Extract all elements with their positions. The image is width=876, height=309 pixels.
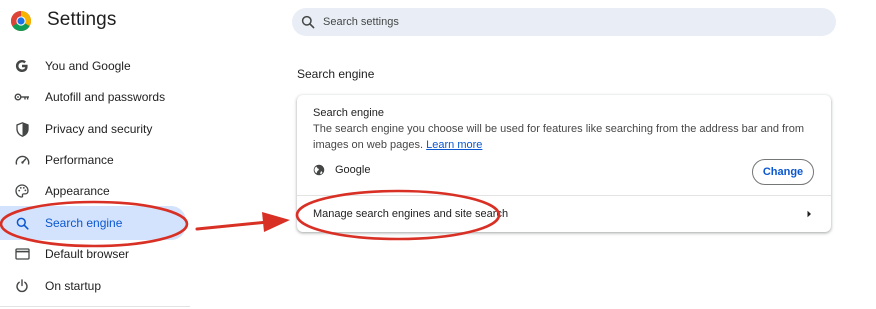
manage-search-engines-row[interactable]: Manage search engines and site search [297, 196, 831, 232]
google-g-icon [13, 57, 31, 75]
card-description: The search engine you choose will be use… [313, 121, 813, 153]
manage-search-engines-label: Manage search engines and site search [313, 208, 509, 220]
sidebar-item-search-engine[interactable]: Search engine [0, 206, 186, 240]
sidebar-item-label: On startup [45, 279, 102, 293]
sidebar-item-label: Performance [45, 153, 114, 167]
sidebar-item-default-browser[interactable]: Default browser [0, 239, 190, 269]
sidebar-item-you-and-google[interactable]: You and Google [0, 51, 190, 81]
sidebar-divider [0, 306, 190, 307]
search-icon [13, 214, 31, 232]
sidebar-item-appearance[interactable]: Appearance [0, 176, 190, 206]
sidebar-item-label: You and Google [45, 59, 131, 73]
search-settings-bar[interactable] [292, 8, 836, 36]
sidebar-item-label: Default browser [45, 247, 130, 261]
annotation-arrow [195, 220, 270, 231]
sidebar-item-label: Appearance [45, 184, 110, 198]
search-engine-card: Search engine The search engine you choo… [297, 95, 831, 232]
sidebar-item-performance[interactable]: Performance [0, 145, 190, 175]
sidebar-item-label: Search engine [45, 216, 123, 230]
app-title: Settings [47, 9, 117, 30]
section-title: Search engine [297, 67, 375, 81]
speedometer-icon [13, 151, 31, 169]
sidebar-item-on-startup[interactable]: On startup [0, 271, 190, 301]
shield-icon [13, 120, 31, 138]
card-heading: Search engine [313, 107, 384, 119]
learn-more-link[interactable]: Learn more [426, 139, 482, 151]
power-icon [13, 277, 31, 295]
change-engine-button[interactable]: Change [752, 159, 814, 185]
engine-name: Google [335, 164, 371, 176]
sidebar-item-privacy-and-security[interactable]: Privacy and security [0, 114, 190, 144]
card-description-text: The search engine you choose will be use… [313, 123, 804, 151]
browser-window-icon [13, 245, 31, 263]
sidebar-item-autofill-and-passwords[interactable]: Autofill and passwords [0, 82, 190, 112]
globe-icon [313, 164, 325, 176]
palette-icon [13, 182, 31, 200]
current-engine-row: Google [313, 164, 370, 176]
key-icon [13, 88, 31, 106]
sidebar-item-label: Privacy and security [45, 122, 153, 136]
search-icon [301, 15, 315, 29]
chevron-right-icon [807, 210, 811, 218]
sidebar-item-label: Autofill and passwords [45, 90, 166, 104]
chrome-logo-icon [11, 11, 31, 31]
annotation-arrowhead [262, 212, 290, 232]
search-settings-input[interactable] [321, 15, 805, 29]
